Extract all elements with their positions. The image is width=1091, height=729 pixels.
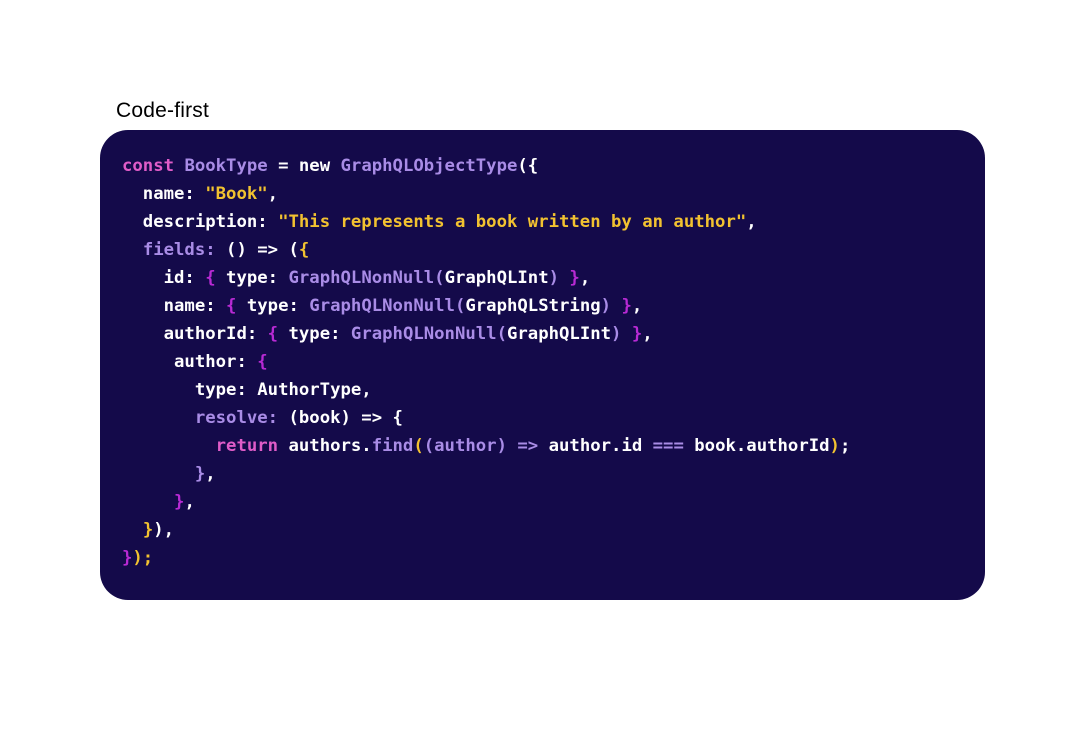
code-token: ; [839, 436, 851, 456]
code-token: return [215, 436, 279, 456]
code-token: } [194, 464, 206, 484]
code-token: ); [132, 548, 154, 568]
code-caption: Code-first [116, 99, 210, 122]
code-token: ({ [517, 156, 539, 176]
code-token: { [267, 324, 279, 344]
code-token: ) [600, 296, 622, 316]
code-token: GraphQLInt [444, 268, 549, 288]
code-token: type: [236, 296, 310, 316]
code-token: , [184, 492, 195, 512]
code-token: GraphQLString [465, 296, 601, 316]
code-token: resolve: [194, 408, 279, 428]
code-token: authors. [278, 436, 372, 456]
code-token: GraphQLObjectType [340, 156, 518, 176]
code-line: }); [122, 544, 985, 572]
code-line: type: AuthorType, [122, 376, 985, 404]
code-token: fields: [142, 240, 216, 260]
code-token: name: [122, 296, 227, 316]
code-token: ) [611, 324, 632, 344]
code-line: resolve: (book) => { [122, 404, 985, 432]
code-token: type: [215, 268, 289, 288]
code-token: } [142, 520, 154, 540]
code-token: , [631, 296, 643, 316]
code-token: description: [122, 212, 279, 232]
code-token: "This represents a book written by an au… [278, 212, 747, 232]
code-token: } [631, 324, 643, 344]
code-line: authorId: { type: GraphQLNonNull(GraphQL… [122, 320, 985, 348]
code-token: , [205, 464, 216, 484]
code-token: , [579, 268, 591, 288]
code-token: === [652, 436, 684, 456]
code-token: "Book" [205, 184, 268, 204]
code-line: fields: () => ({ [122, 236, 985, 264]
code-token: ), [153, 520, 175, 540]
code-line: id: { type: GraphQLNonNull(GraphQLInt) }… [122, 264, 985, 292]
code-token: type: [278, 324, 351, 344]
code-token: { [257, 352, 268, 372]
code-token: } [569, 268, 580, 288]
code-token: ) [548, 268, 570, 288]
code-token: } [122, 548, 133, 568]
code-token: } [174, 492, 185, 512]
code-token: find [371, 436, 414, 456]
code-token: { [226, 296, 237, 316]
code-line: const BookType = new GraphQLObjectType({ [122, 152, 985, 180]
code-line: name: { type: GraphQLNonNull(GraphQLStri… [122, 292, 985, 320]
code-listing: const BookType = new GraphQLObjectType({… [122, 152, 985, 572]
code-token: ) [829, 436, 840, 456]
code-token: type: AuthorType, [122, 380, 372, 400]
code-token: ( [413, 436, 424, 456]
code-token: (author) => [423, 436, 549, 456]
code-token: book.authorId [683, 436, 830, 456]
code-token: { [298, 240, 310, 260]
code-token: BookType [184, 156, 268, 176]
code-token: { [205, 268, 216, 288]
code-line: }, [122, 488, 985, 516]
code-token: (book) => { [278, 408, 403, 428]
code-token: author: [122, 352, 258, 372]
code-line: }, [122, 460, 985, 488]
code-token: GraphQLNonNull( [350, 324, 507, 344]
code-token: () => ( [215, 240, 299, 260]
code-line: description: "This represents a book wri… [122, 208, 985, 236]
code-block: const BookType = new GraphQLObjectType({… [100, 130, 985, 600]
code-token: } [621, 296, 632, 316]
code-token: authorId: [122, 324, 268, 344]
code-token: , [746, 212, 757, 232]
code-line: name: "Book", [122, 180, 985, 208]
code-token: id: [122, 268, 206, 288]
code-token: author.id [548, 436, 653, 456]
code-token: , [642, 324, 653, 344]
code-token: name: [122, 184, 206, 204]
code-token: GraphQLNonNull( [288, 268, 445, 288]
code-token: , [267, 184, 279, 204]
code-token: const [122, 156, 185, 176]
code-line: }), [122, 516, 985, 544]
code-token: GraphQLNonNull( [309, 296, 466, 316]
code-token: GraphQLInt [507, 324, 612, 344]
code-line: author: { [122, 348, 985, 376]
code-line: return authors.find((author) => author.i… [122, 432, 985, 460]
code-token: = new [267, 156, 341, 176]
